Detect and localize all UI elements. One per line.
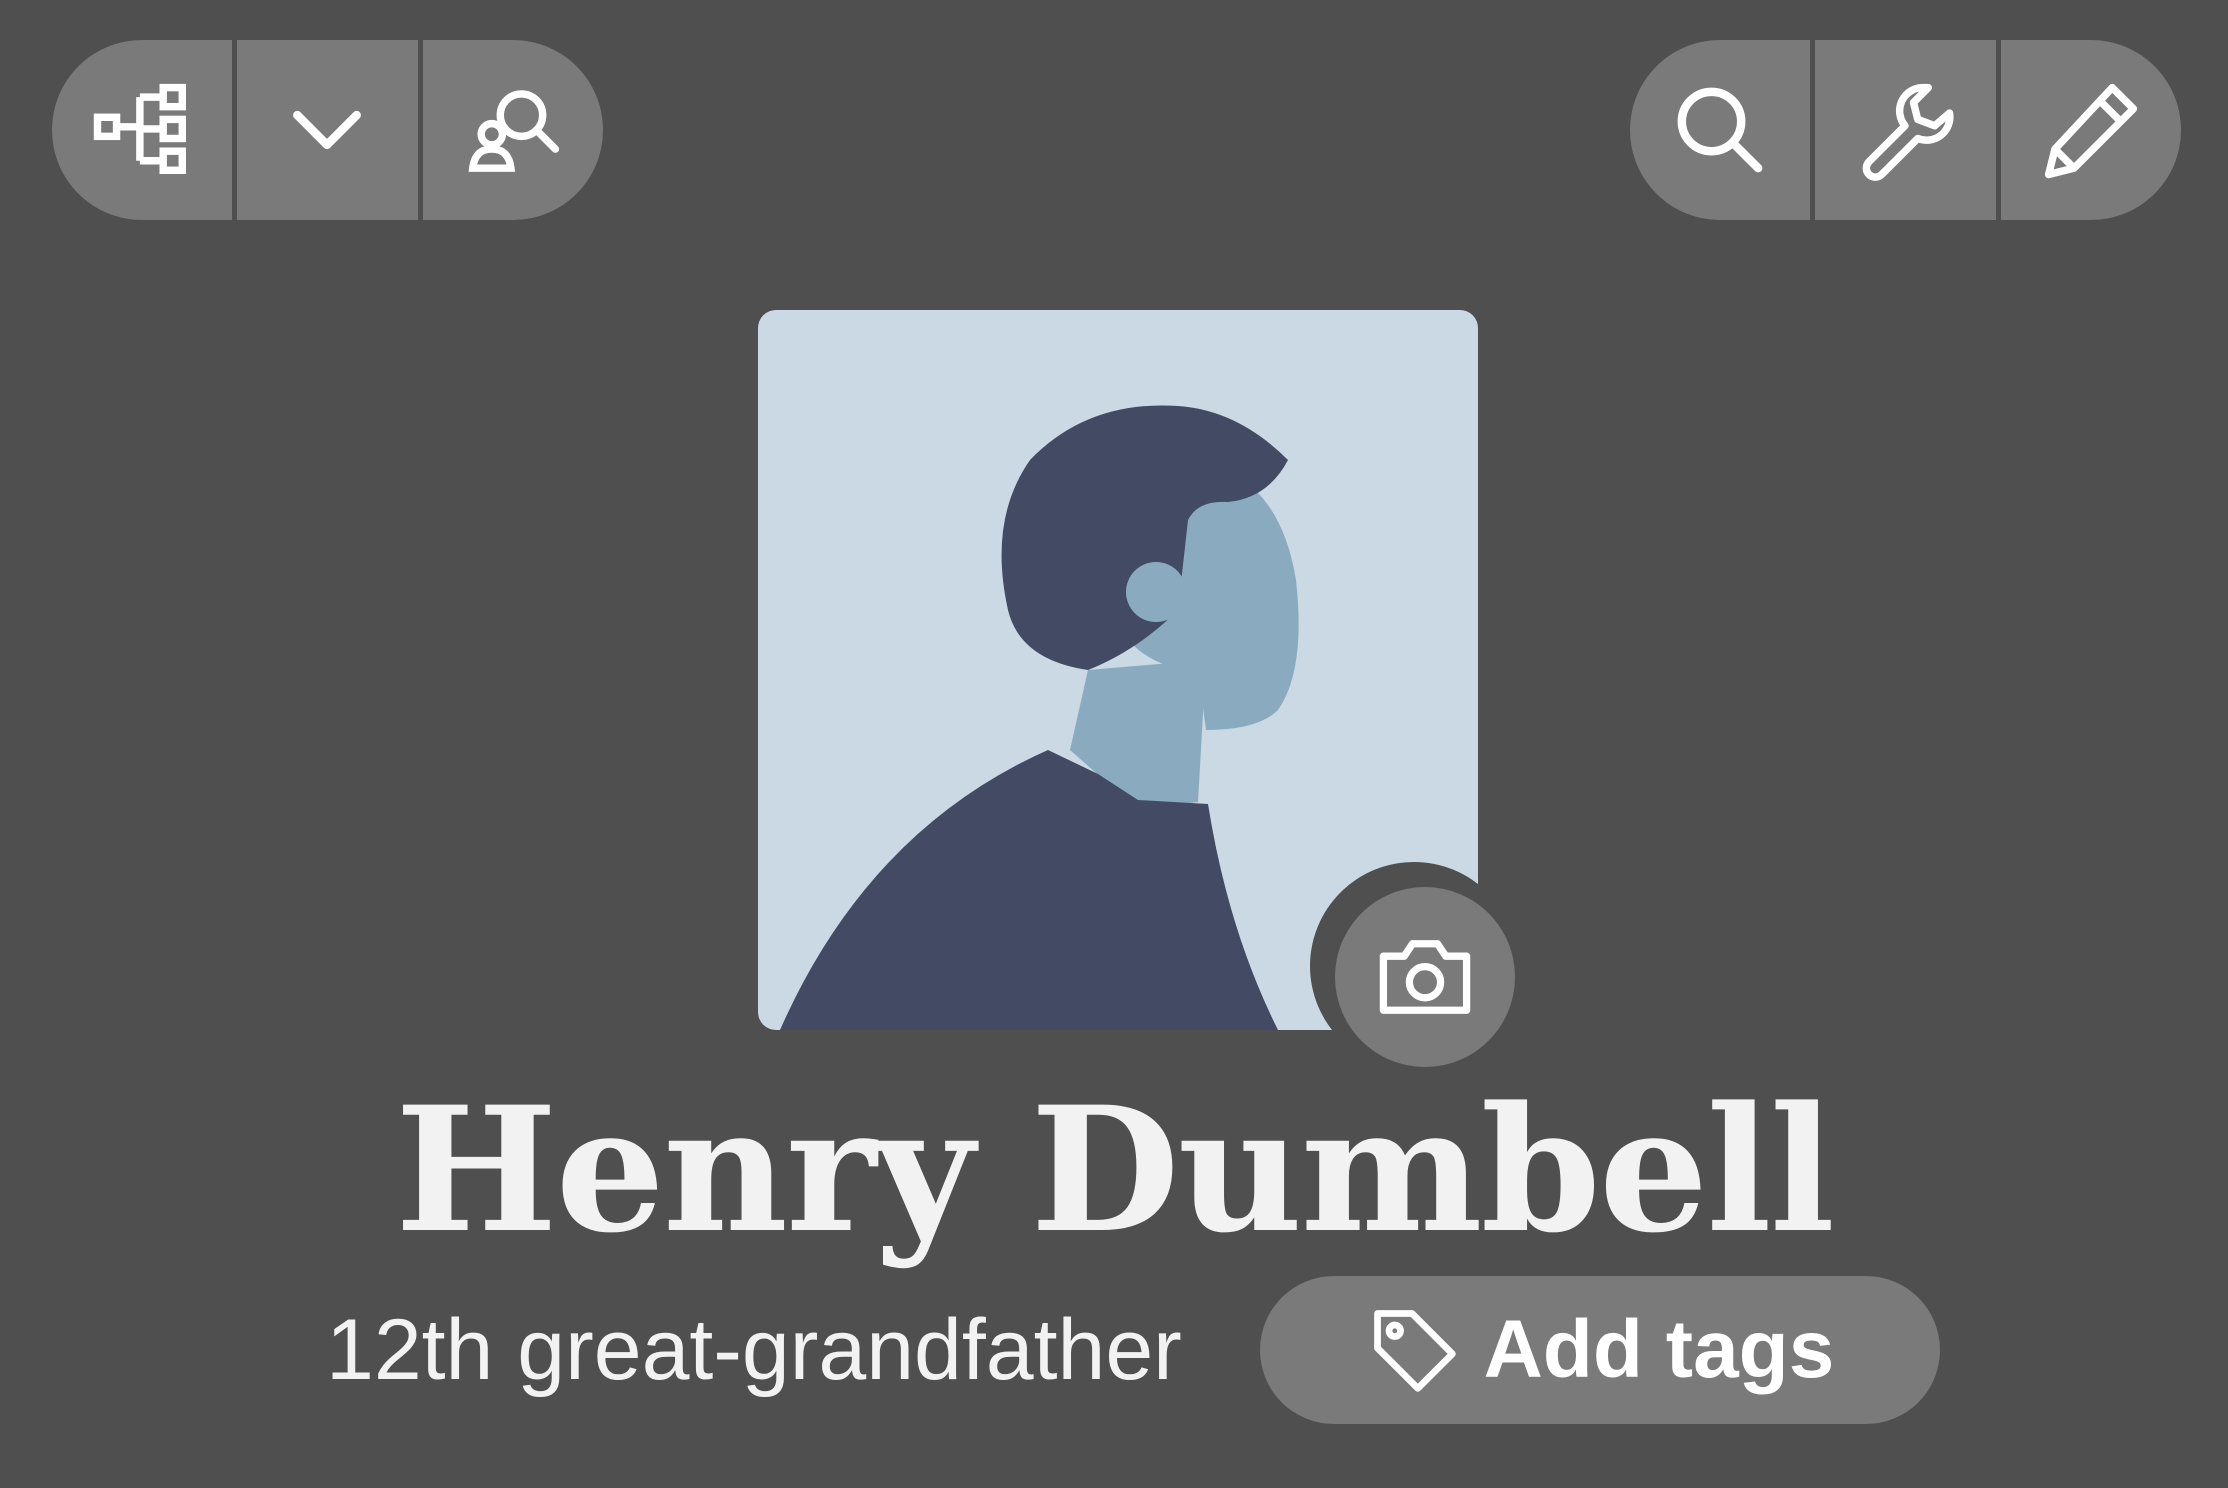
- add-tags-button[interactable]: Add tags: [1260, 1276, 1940, 1424]
- tag-icon: [1373, 1310, 1456, 1392]
- tree-hierarchy-icon: [93, 83, 187, 174]
- change-photo-button[interactable]: [1335, 887, 1515, 1067]
- edit-button[interactable]: [2001, 40, 2181, 220]
- tools-button[interactable]: [1815, 40, 1995, 220]
- family-tree-view-button[interactable]: [52, 40, 232, 220]
- left-toolbar: [52, 40, 603, 220]
- add-tags-label: Add tags: [1483, 1304, 1835, 1395]
- person-name: Henry Dumbell: [394, 1068, 1835, 1271]
- pencil-icon: [2044, 83, 2137, 179]
- wrench-icon: [1863, 83, 1955, 181]
- relationship-label: 12th great-grandfather: [326, 1302, 1182, 1398]
- person-search-icon: [468, 90, 559, 172]
- find-person-button[interactable]: [423, 40, 603, 220]
- search-button[interactable]: [1630, 40, 1810, 220]
- right-toolbar: [1630, 40, 2181, 220]
- search-icon: [1677, 87, 1763, 173]
- view-options-dropdown-button[interactable]: [237, 40, 417, 220]
- chevron-down-icon: [293, 110, 362, 150]
- camera-icon: [1379, 940, 1471, 1014]
